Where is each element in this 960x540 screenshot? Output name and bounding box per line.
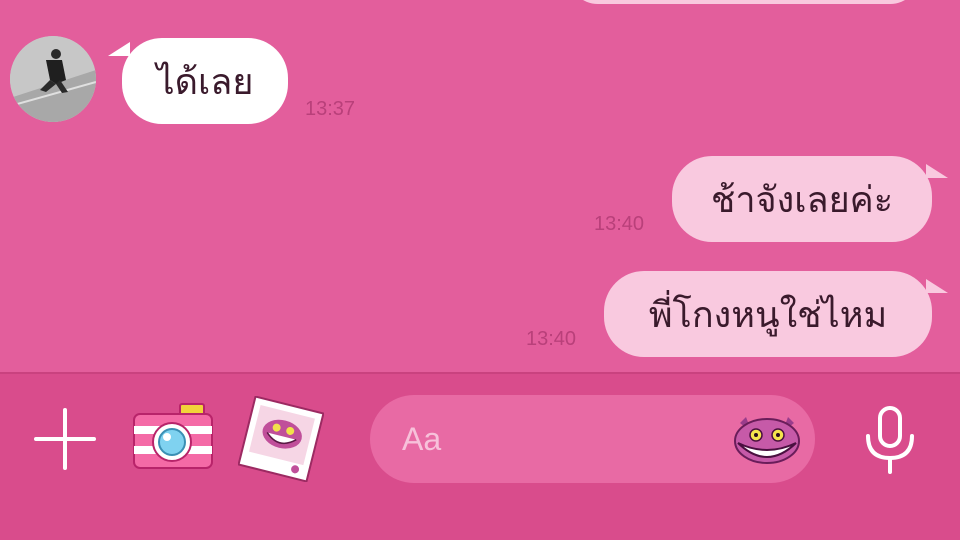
avatar-photo — [10, 36, 96, 122]
voice-button[interactable] — [862, 406, 918, 474]
message-timestamp: 13:40 — [594, 213, 645, 235]
incoming-message-bubble[interactable]: ได้เลย — [122, 38, 288, 124]
message-text: ช้าจังเลยค่ะ — [710, 179, 894, 221]
incoming-bubble-tail — [108, 42, 130, 56]
microphone-icon — [866, 406, 914, 474]
message-text: ได้เลย — [156, 61, 254, 103]
outgoing-message-bubble[interactable]: ช้าจังเลยค่ะ — [672, 156, 932, 242]
contact-avatar[interactable] — [10, 36, 96, 122]
photo-sticker-icon — [237, 395, 325, 483]
plus-icon — [34, 408, 96, 470]
add-button[interactable] — [34, 408, 96, 470]
outgoing-bubble-tail — [926, 164, 948, 178]
camera-icon — [133, 403, 213, 469]
message-text: พี่โกงหนูใช่ไหม — [648, 294, 888, 336]
toolbar-divider — [0, 372, 960, 374]
outgoing-bubble-tail — [926, 279, 948, 293]
camera-button[interactable] — [132, 402, 214, 470]
message-timestamp: 13:37 — [305, 98, 356, 120]
message-timestamp: 13:40 — [526, 328, 577, 350]
emoji-button[interactable] — [732, 413, 802, 467]
message-input[interactable]: Aa — [370, 395, 815, 483]
outgoing-message-bubble[interactable]: พี่โกงหนูใช่ไหม — [604, 271, 932, 357]
message-input-placeholder: Aa — [402, 421, 442, 457]
chat-area: ได้เลย 13:37 ช้าจังเลยค่ะ 13:40 พี่โกงหน… — [0, 0, 960, 372]
gallery-button[interactable] — [237, 395, 325, 483]
cheshire-cat-emoji-icon — [734, 417, 800, 464]
previous-message-bubble[interactable] — [568, 0, 920, 4]
